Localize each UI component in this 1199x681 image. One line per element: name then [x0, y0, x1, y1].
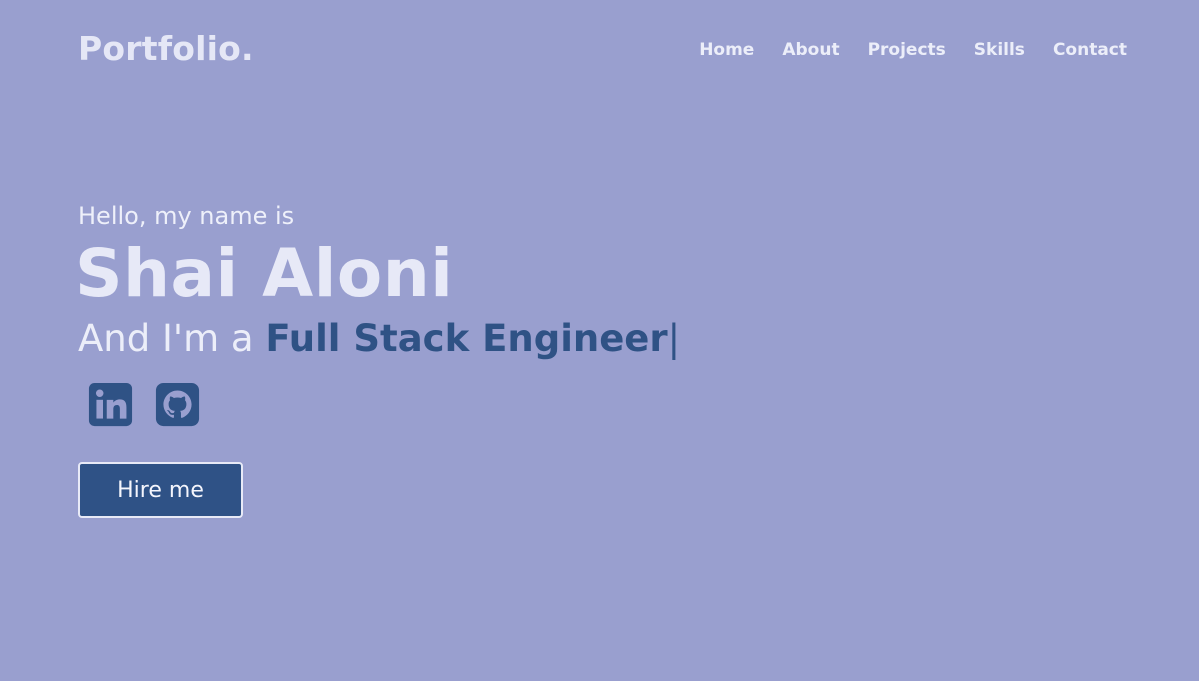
site-logo[interactable]: Portfolio.: [78, 27, 254, 71]
nav-menu: Home About Projects Skills Contact: [699, 38, 1127, 62]
github-icon: [155, 382, 200, 427]
hero-section: Hello, my name is Shai Aloni And I'm a F…: [75, 198, 680, 518]
hero-name: Shai Aloni: [75, 235, 454, 312]
social-links: [88, 382, 680, 427]
nav-item-skills[interactable]: Skills: [974, 38, 1025, 62]
navbar: Portfolio. Home About Projects Skills Co…: [0, 0, 1199, 100]
linkedin-icon: [88, 382, 133, 427]
role-prefix: And I'm a: [78, 317, 266, 360]
nav-item-about[interactable]: About: [782, 38, 839, 62]
github-link[interactable]: [155, 382, 200, 427]
nav-item-home[interactable]: Home: [699, 38, 754, 62]
typing-cursor: |: [667, 317, 681, 360]
nav-item-contact[interactable]: Contact: [1053, 38, 1127, 62]
hire-me-button[interactable]: Hire me: [78, 462, 243, 518]
hero-role-line: And I'm a Full Stack Engineer|: [78, 314, 680, 364]
role-title: Full Stack Engineer: [265, 317, 668, 360]
nav-item-projects[interactable]: Projects: [868, 38, 946, 62]
portfolio-page: Portfolio. Home About Projects Skills Co…: [0, 0, 1199, 681]
hero-greeting: Hello, my name is: [78, 202, 295, 230]
linkedin-link[interactable]: [88, 382, 133, 427]
